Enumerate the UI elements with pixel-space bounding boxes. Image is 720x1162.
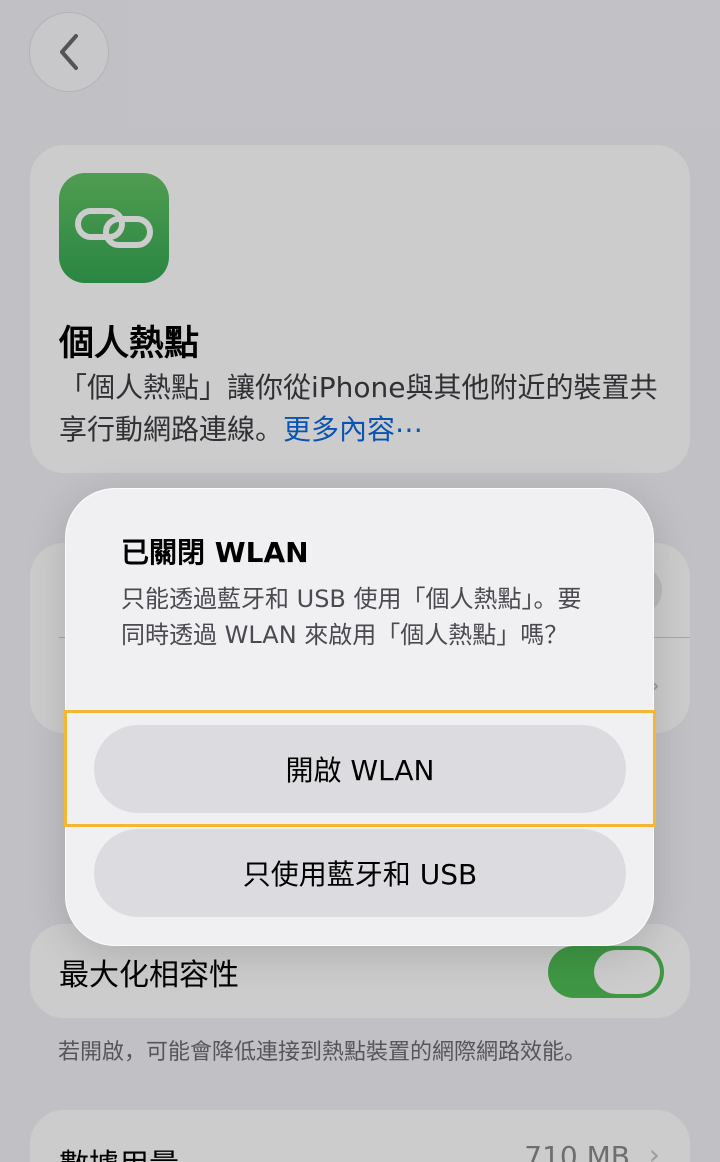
wlan-off-alert: 已關閉 WLAN 只能透過藍牙和 USB 使用「個人熱點」。要同時透過 WLAN… — [64, 488, 656, 946]
alert-title: 已關閉 WLAN — [121, 536, 309, 569]
enable-wlan-button[interactable]: 開啟 WLAN — [94, 725, 626, 813]
bluetooth-usb-only-button[interactable]: 只使用藍牙和 USB — [94, 829, 626, 917]
screen: 個人熱點 「個人熱點」讓你從iPhone與其他附近的裝置共享行動網路連線。更多內… — [0, 0, 720, 1162]
alert-message: 只能透過藍牙和 USB 使用「個人熱點」。要同時透過 WLAN 來啟用「個人熱點… — [121, 585, 582, 649]
